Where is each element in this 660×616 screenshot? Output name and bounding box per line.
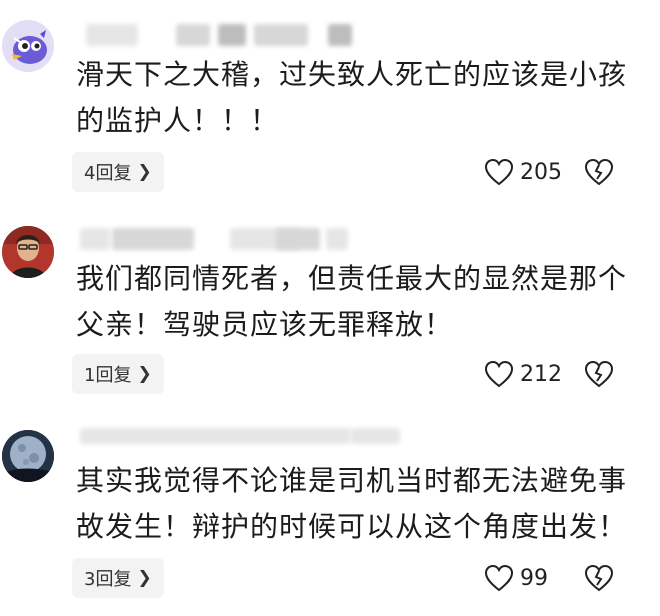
comment-item: 我们都同情死者，但责任最大的显然是那个 父亲！驾驶员应该无罪释放！ 1回复 ❯ … bbox=[0, 200, 660, 410]
comment-line: 我们都同情死者，但责任最大的显然是那个 bbox=[76, 262, 628, 295]
like-button[interactable]: 212 bbox=[484, 354, 562, 394]
comment-item: 其实我觉得不论谁是司机当时都无法避免事 故发生！辩护的时候可以从这个角度出发！ … bbox=[0, 410, 660, 616]
like-count: 99 bbox=[520, 565, 548, 591]
blurred-username[interactable] bbox=[80, 24, 360, 46]
cartoon-bird-icon bbox=[2, 20, 54, 72]
chevron-right-icon: ❯ bbox=[137, 568, 152, 588]
chevron-right-icon: ❯ bbox=[137, 364, 152, 384]
comment-item: 滑天下之大稽，过失致人死亡的应该是小孩 的监护人！！！ 4回复 ❯ 205 bbox=[0, 0, 660, 200]
like-button[interactable]: 99 bbox=[484, 558, 548, 598]
chevron-right-icon: ❯ bbox=[137, 162, 152, 182]
reply-button[interactable]: 3回复 ❯ bbox=[72, 558, 164, 598]
moon-photo-icon bbox=[2, 430, 54, 482]
blurred-username[interactable] bbox=[80, 428, 400, 450]
avatar[interactable] bbox=[2, 430, 54, 482]
reply-button[interactable]: 1回复 ❯ bbox=[72, 354, 164, 394]
reply-button[interactable]: 4回复 ❯ bbox=[72, 152, 164, 192]
broken-heart-icon[interactable] bbox=[584, 158, 614, 186]
heart-outline-icon bbox=[484, 564, 514, 592]
comment-line: 其实我觉得不论谁是司机当时都无法避免事 bbox=[76, 464, 628, 497]
like-button[interactable]: 205 bbox=[484, 152, 562, 192]
person-photo-icon bbox=[2, 226, 54, 278]
comment-text: 我们都同情死者，但责任最大的显然是那个 父亲！驾驶员应该无罪释放！ bbox=[76, 256, 636, 348]
comment-text: 滑天下之大稽，过失致人死亡的应该是小孩 的监护人！！！ bbox=[76, 52, 636, 144]
avatar[interactable] bbox=[2, 226, 54, 278]
like-count: 212 bbox=[520, 361, 562, 387]
broken-heart-icon[interactable] bbox=[584, 564, 614, 592]
reply-label: 4回复 bbox=[84, 163, 132, 184]
blurred-username[interactable] bbox=[80, 228, 360, 250]
comment-line: 故发生！辩护的时候可以从这个角度出发！ bbox=[76, 510, 628, 543]
reply-label: 1回复 bbox=[84, 365, 132, 386]
reply-label: 3回复 bbox=[84, 569, 132, 590]
heart-outline-icon bbox=[484, 360, 514, 388]
comment-text: 其实我觉得不论谁是司机当时都无法避免事 故发生！辩护的时候可以从这个角度出发！ bbox=[76, 458, 636, 550]
broken-heart-icon[interactable] bbox=[584, 360, 614, 388]
like-count: 205 bbox=[520, 159, 562, 185]
heart-outline-icon bbox=[484, 158, 514, 186]
comment-line: 父亲！驾驶员应该无罪释放！ bbox=[76, 308, 454, 341]
comment-line: 的监护人！！！ bbox=[76, 104, 280, 137]
comment-line: 滑天下之大稽，过失致人死亡的应该是小孩 bbox=[76, 58, 628, 91]
avatar[interactable] bbox=[2, 20, 54, 72]
